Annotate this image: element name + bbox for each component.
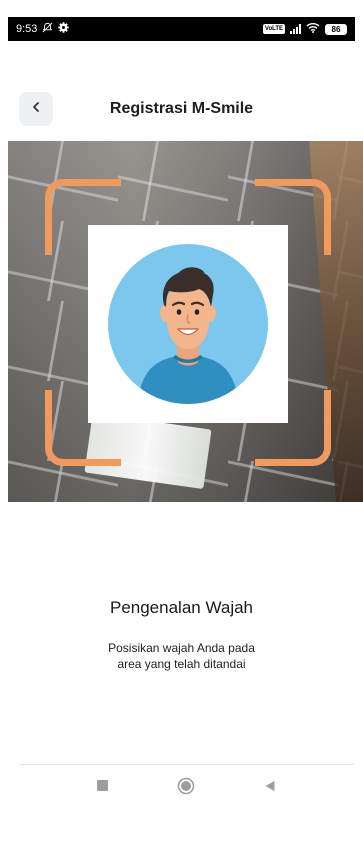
description-line-1: Posisikan wajah Anda pada — [108, 641, 255, 655]
status-bar: 9:53 VoLTE 86 — [8, 17, 355, 41]
status-right: VoLTE 86 — [262, 22, 347, 36]
description-line-2: area yang telah ditandai — [117, 657, 246, 671]
back-nav-button[interactable] — [264, 780, 276, 792]
home-button[interactable] — [177, 777, 195, 795]
face-recognition-title: Pengenalan Wajah — [109, 598, 254, 617]
gear-icon — [58, 22, 70, 36]
mute-bell-icon — [42, 22, 53, 36]
nav-divider — [19, 764, 354, 765]
status-left: 9:53 — [16, 22, 70, 36]
battery-icon: 86 — [325, 23, 347, 35]
avatar-illustration — [108, 244, 268, 404]
camera-view — [8, 141, 363, 502]
recent-apps-button[interactable] — [97, 780, 108, 791]
navigation-bar — [0, 772, 363, 802]
signal-icon — [290, 24, 301, 34]
screen: 9:53 VoLTE 86 Registrasi M-Smile Pengena… — [0, 0, 363, 843]
page-title: Registrasi M-Smile — [109, 100, 254, 117]
wifi-icon — [306, 22, 320, 36]
volte-badge: VoLTE — [262, 24, 285, 34]
status-time: 9:53 — [16, 23, 38, 35]
triangle-icon — [265, 781, 275, 791]
face-guide-card — [88, 225, 288, 423]
face-recognition-description: Posisikan wajah Anda pada area yang tela… — [0, 640, 363, 672]
circle-icon — [177, 777, 195, 795]
